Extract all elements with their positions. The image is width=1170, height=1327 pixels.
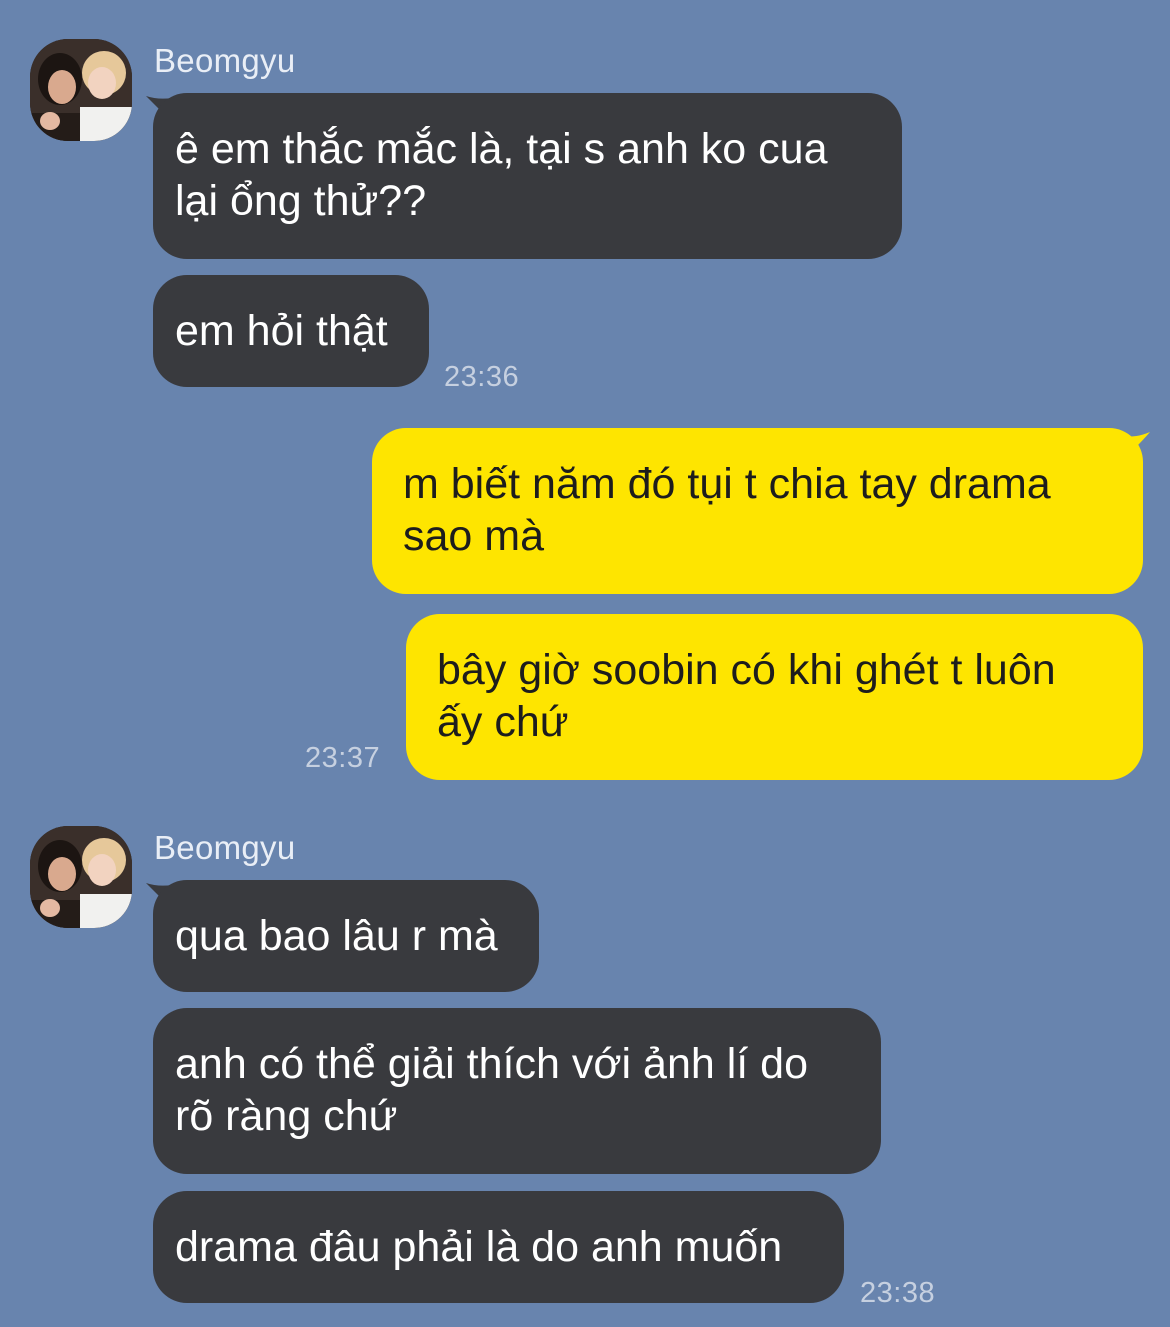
- message-bubble-incoming[interactable]: drama đâu phải là do anh muốn: [153, 1191, 844, 1303]
- sender-name: Beomgyu: [154, 42, 296, 79]
- message-bubble-incoming[interactable]: qua bao lâu r mà: [153, 880, 539, 992]
- sender-name: Beomgyu: [154, 829, 296, 866]
- message-bubble-incoming[interactable]: anh có thể giải thích với ảnh lí do rõ r…: [153, 1008, 881, 1174]
- message-timestamp: 23:38: [860, 1277, 936, 1309]
- message-bubble-outgoing[interactable]: bây giờ soobin có khi ghét t luôn ấy chứ: [406, 614, 1143, 780]
- sender-avatar[interactable]: [30, 826, 132, 928]
- profile-photo-icon: [30, 826, 132, 928]
- profile-photo-icon: [30, 39, 132, 141]
- message-timestamp: 23:37: [305, 742, 381, 774]
- message-bubble-incoming[interactable]: em hỏi thật: [153, 275, 429, 387]
- sender-avatar[interactable]: [30, 39, 132, 141]
- message-bubble-incoming[interactable]: ê em thắc mắc là, tại s anh ko cua lại ổ…: [153, 93, 902, 259]
- message-bubble-outgoing[interactable]: m biết năm đó tụi t chia tay drama sao m…: [372, 428, 1143, 594]
- message-timestamp: 23:36: [444, 361, 520, 393]
